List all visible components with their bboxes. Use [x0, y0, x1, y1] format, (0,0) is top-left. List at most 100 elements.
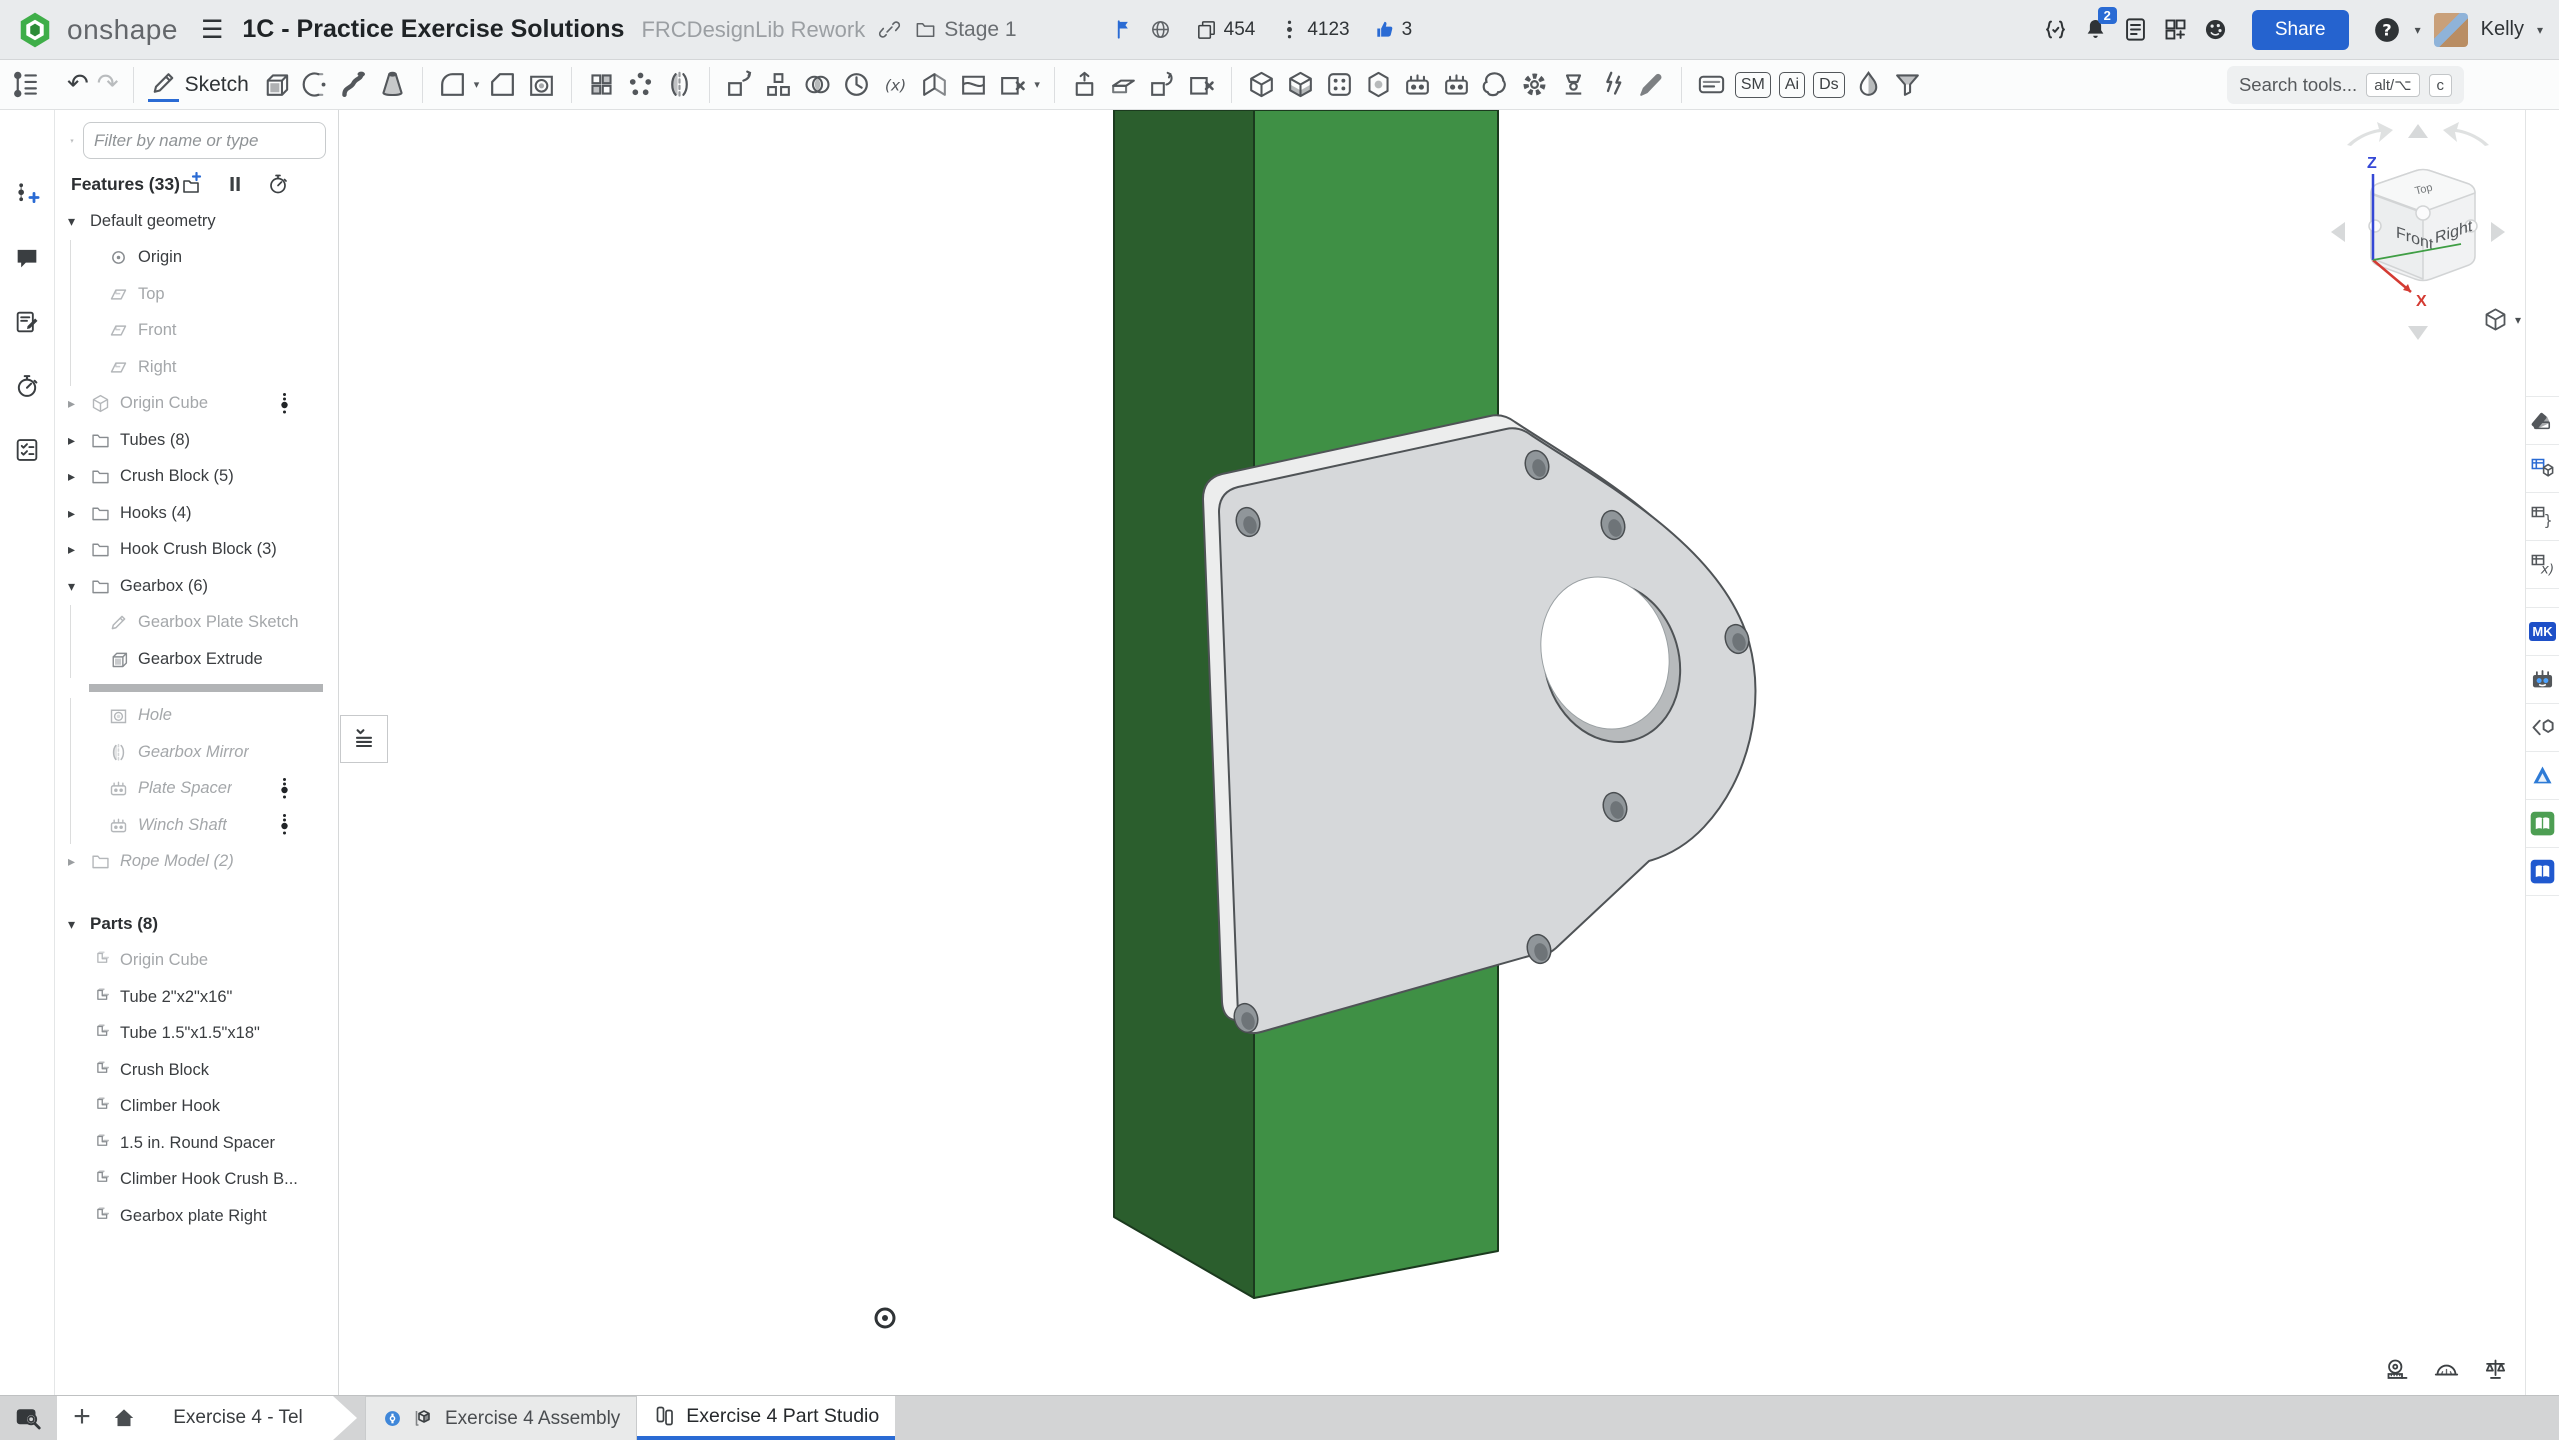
document-title[interactable]: 1C - Practice Exercise Solutions — [242, 15, 624, 44]
help-caret-icon[interactable]: ▾ — [2415, 23, 2421, 37]
robot-library-button[interactable] — [2526, 656, 2559, 704]
tree-item-origin[interactable]: Origin — [56, 240, 338, 277]
tape-measure-button[interactable] — [2384, 1356, 2411, 1383]
appearance-tool[interactable] — [1322, 67, 1357, 102]
spark-tool[interactable] — [1595, 67, 1630, 102]
pause-icon[interactable] — [223, 172, 247, 196]
chevron-icon[interactable]: ▸ — [68, 853, 90, 870]
material-tool[interactable] — [1361, 67, 1396, 102]
ai-tool[interactable]: Ai — [1777, 70, 1807, 100]
loft-tool[interactable] — [375, 67, 410, 102]
tree-item-plate-spacer[interactable]: Plate Spacer — [56, 771, 338, 808]
part-gearbox-plate-right[interactable]: Gearbox plate Right — [56, 1198, 338, 1235]
origin-marker[interactable] — [876, 1309, 894, 1327]
part-crush-block[interactable]: Crush Block — [56, 1052, 338, 1089]
checklist-button[interactable] — [13, 436, 41, 464]
tree-folder-hooks[interactable]: ▸ Hooks (4) — [56, 495, 338, 532]
chevron-icon[interactable]: ▸ — [68, 541, 90, 558]
sheet-metal-tool[interactable]: SM — [1733, 70, 1773, 100]
notes-button[interactable] — [13, 308, 41, 336]
variable-tool[interactable] — [878, 67, 913, 102]
user-avatar[interactable] — [2434, 13, 2468, 47]
filter-input[interactable] — [83, 122, 326, 159]
tree-item-right[interactable]: Right — [56, 349, 338, 386]
export-app-button[interactable] — [2526, 704, 2559, 752]
create-version-button[interactable] — [13, 180, 41, 208]
part-round-spacer[interactable]: 1.5 in. Round Spacer — [56, 1125, 338, 1162]
tree-item-winch-shaft[interactable]: Winch Shaft — [56, 807, 338, 844]
configuration-table-button[interactable] — [2526, 445, 2559, 493]
part-climber-hook-crush[interactable]: Climber Hook Crush B... — [56, 1162, 338, 1199]
rollback-bar[interactable] — [56, 678, 338, 698]
parts-header[interactable]: ▾ Parts (8) — [56, 906, 338, 943]
configured-feature-icon[interactable] — [277, 391, 292, 417]
main-menu-button[interactable]: ☰ — [201, 15, 223, 45]
chevron-icon[interactable]: ▸ — [68, 505, 90, 522]
cad-app-button[interactable] — [2526, 752, 2559, 800]
tree-item-gearbox-mirror[interactable]: Gearbox Mirror — [56, 734, 338, 771]
frc-lib-tool-1[interactable] — [1400, 67, 1435, 102]
tree-item-gearbox-plate-sketch[interactable]: Gearbox Plate Sketch — [56, 605, 338, 642]
mass-properties-tool[interactable] — [1283, 67, 1318, 102]
tree-item-default-geometry[interactable]: ▾ Default geometry — [56, 203, 338, 240]
share-button[interactable]: Share — [2252, 10, 2349, 50]
share-link-icon[interactable] — [878, 18, 901, 41]
configured-feature-icon[interactable] — [277, 776, 292, 802]
graphics-viewport[interactable]: Front Right Top Z X ▾ — [340, 110, 2525, 1395]
help-button[interactable] — [2372, 15, 2402, 45]
chevron-down-icon[interactable]: ▾ — [1034, 78, 1040, 91]
tree-folder-gearbox[interactable]: ▾ Gearbox (6) — [56, 568, 338, 605]
likes-stat[interactable]: 3 — [1373, 18, 1413, 41]
fillet-tool[interactable]: ▾ — [435, 67, 482, 102]
notifications-button[interactable]: 2 — [2082, 16, 2109, 43]
history-button[interactable] — [13, 372, 41, 400]
user-menu-caret-icon[interactable]: ▾ — [2537, 23, 2543, 37]
configured-features-button[interactable] — [2526, 493, 2559, 541]
configured-feature-icon[interactable] — [277, 812, 292, 838]
chevron-icon[interactable]: ▸ — [68, 432, 90, 449]
frc-lib-tool-2[interactable] — [1439, 67, 1474, 102]
helix-tool[interactable] — [839, 67, 874, 102]
part-tube-2x2x16[interactable]: Tube 2"x2"x16" — [56, 979, 338, 1016]
sweep-tool[interactable] — [336, 67, 371, 102]
linear-pattern-tool[interactable] — [584, 67, 619, 102]
drawings-tool[interactable]: Ds — [1811, 70, 1847, 100]
measure-cube-tool[interactable] — [1244, 67, 1279, 102]
user-name[interactable]: Kelly — [2481, 18, 2524, 41]
transform-tool[interactable] — [722, 67, 757, 102]
sculpt-tool[interactable] — [1478, 67, 1513, 102]
move-face-tool[interactable] — [1067, 67, 1102, 102]
tab-exercise4-assembly[interactable]: Exercise 4 Assembly — [365, 1396, 637, 1440]
tree-item-hole[interactable]: Hole — [56, 698, 338, 735]
extrude-tool[interactable] — [258, 67, 293, 102]
app-store-button[interactable] — [2162, 16, 2189, 43]
part-climber-hook[interactable]: Climber Hook — [56, 1089, 338, 1126]
workspace-folder-icon[interactable] — [914, 18, 937, 41]
paint-tool[interactable] — [1851, 67, 1886, 102]
split-tool[interactable] — [917, 67, 952, 102]
home-icon[interactable] — [111, 1405, 137, 1431]
tree-folder-crush-block[interactable]: ▸ Crush Block (5) — [56, 459, 338, 496]
tree-folder-rope-model[interactable]: ▸ Rope Model (2) — [56, 844, 338, 881]
chevron-icon[interactable]: ▸ — [68, 468, 90, 485]
circular-pattern-tool[interactable] — [623, 67, 658, 102]
versions-flag-icon[interactable] — [1113, 18, 1136, 41]
tab-exercise4-part-studio[interactable]: Exercise 4 Part Studio — [637, 1396, 895, 1440]
search-tabs-button[interactable] — [0, 1396, 55, 1440]
featurescript-check-button[interactable] — [2042, 16, 2069, 43]
featurescript-tool[interactable] — [1517, 67, 1552, 102]
view-options-button[interactable]: ▾ — [2482, 306, 2521, 333]
workspace-name[interactable]: Stage 1 — [944, 18, 1016, 42]
model-scene[interactable] — [340, 110, 2525, 1395]
mkcad-app-button[interactable]: MK — [2526, 608, 2559, 656]
configuration-variables-button[interactable] — [2526, 541, 2559, 589]
gearbox-plate-part[interactable] — [1203, 415, 1755, 1035]
chevron-down-icon[interactable]: ▾ — [68, 916, 90, 933]
library-blue-button[interactable] — [2526, 848, 2559, 896]
onshape-logo[interactable] — [16, 11, 54, 49]
library-green-button[interactable] — [2526, 800, 2559, 848]
changes-stat[interactable]: 4123 — [1278, 18, 1349, 41]
revolve-tool[interactable] — [297, 67, 332, 102]
mirror-tool[interactable] — [662, 67, 697, 102]
comments-button[interactable] — [13, 244, 41, 272]
